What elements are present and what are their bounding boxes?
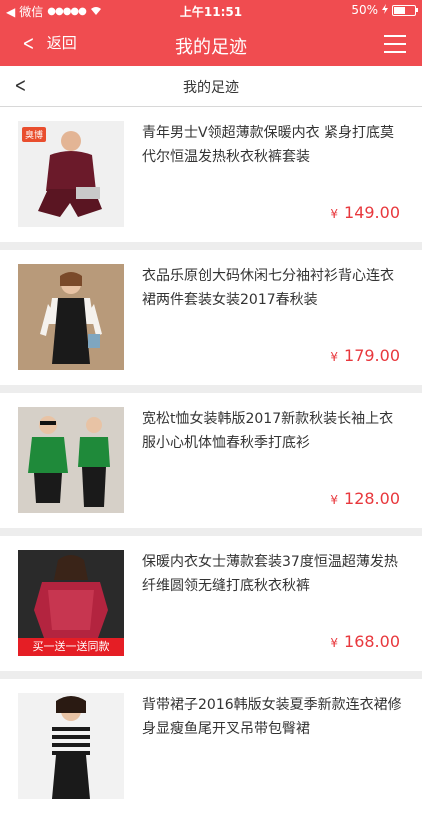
product-title[interactable]: 青年男士V领超薄款保暖内衣 紧身打底莫代尔恒温发热秋衣秋裤套装 xyxy=(142,121,404,169)
product-price: ¥179.00 xyxy=(330,346,400,365)
list-item[interactable]: 买一送一送同款 保暖内衣女士薄款套装37度恒温超薄发热纤维圆领无缝打底秋衣秋裤 … xyxy=(0,536,422,671)
price-value: 168.00 xyxy=(344,632,400,651)
product-thumbnail[interactable] xyxy=(18,407,124,513)
currency-symbol: ¥ xyxy=(330,493,339,507)
product-thumbnail[interactable]: 买一送一送同款 xyxy=(18,550,124,656)
product-title[interactable]: 宽松t恤女装韩版2017新款秋装长袖上衣服小心机体恤春秋季打底衫 xyxy=(142,407,404,455)
sub-header: < 我的足迹 xyxy=(0,66,422,107)
currency-symbol: ¥ xyxy=(330,350,339,364)
product-thumbnail[interactable] xyxy=(18,264,124,370)
sub-header-title: 我的足迹 xyxy=(183,80,239,96)
currency-symbol: ¥ xyxy=(330,207,339,221)
price-value: 128.00 xyxy=(344,489,400,508)
charging-icon xyxy=(382,3,388,17)
product-title[interactable]: 背带裙子2016韩版女装夏季新款连衣裙修身显瘦鱼尾开叉吊带包臀裙 xyxy=(142,693,404,741)
product-title[interactable]: 衣品乐原创大码休闲七分袖衬衫背心连衣裙两件套装女装2017春秋装 xyxy=(142,264,404,312)
product-thumbnail[interactable] xyxy=(18,693,124,799)
price-value: 149.00 xyxy=(344,203,400,222)
product-price: ¥168.00 xyxy=(330,632,400,651)
nav-bar: < 返回 我的足迹 xyxy=(0,22,422,66)
currency-symbol: ¥ xyxy=(330,636,339,650)
list-item[interactable]: 臭博 青年男士V领超薄款保暖内衣 紧身打底莫代尔恒温发热秋衣秋裤套装 ¥149.… xyxy=(0,107,422,242)
product-price: ¥128.00 xyxy=(330,489,400,508)
product-price: ¥149.00 xyxy=(330,203,400,222)
product-thumbnail[interactable]: 臭博 xyxy=(18,121,124,227)
status-bar: ◀ 微信 ●●●●● 上午11:51 50% xyxy=(0,0,422,22)
menu-icon[interactable] xyxy=(384,35,406,53)
list-item[interactable]: 衣品乐原创大码休闲七分袖衬衫背心连衣裙两件套装女装2017春秋装 ¥179.00 xyxy=(0,250,422,385)
list-item[interactable]: 宽松t恤女装韩版2017新款秋装长袖上衣服小心机体恤春秋季打底衫 ¥128.00 xyxy=(0,393,422,528)
product-title[interactable]: 保暖内衣女士薄款套装37度恒温超薄发热纤维圆领无缝打底秋衣秋裤 xyxy=(142,550,404,598)
promo-banner: 买一送一送同款 xyxy=(18,638,124,656)
page-title: 我的足迹 xyxy=(175,37,247,58)
list-item[interactable]: 背带裙子2016韩版女装夏季新款连衣裙修身显瘦鱼尾开叉吊带包臀裙 xyxy=(0,679,422,814)
price-value: 179.00 xyxy=(344,346,400,365)
brand-badge: 臭博 xyxy=(22,127,47,142)
battery-percent: 50% xyxy=(351,3,378,17)
battery-icon xyxy=(392,4,418,16)
status-right: 50% xyxy=(351,3,418,17)
